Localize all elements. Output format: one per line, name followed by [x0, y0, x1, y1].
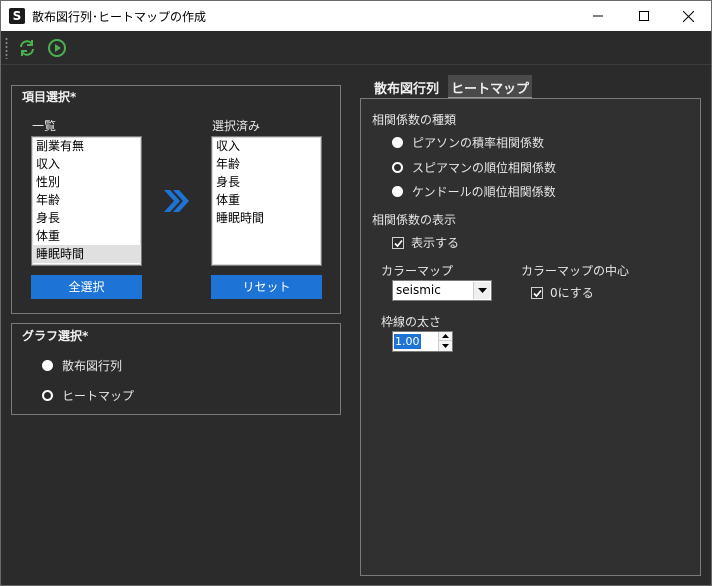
selected-list[interactable]: 収入 年齢 身長 体重 睡眠時間: [211, 136, 322, 266]
spin-up-button[interactable]: [439, 332, 452, 341]
colormap-value: seismic: [396, 283, 441, 297]
radio-label: スピアマンの順位相関係数: [412, 161, 557, 175]
title-bar[interactable]: S 散布図行列･ヒートマップの作成: [1, 1, 711, 31]
radio-icon: [42, 360, 53, 371]
spin-buttons: [438, 332, 452, 351]
list-item[interactable]: 体重: [212, 191, 321, 209]
checkbox-icon: [531, 286, 543, 299]
toolbar-grip[interactable]: [5, 37, 8, 59]
border-width-spinbox[interactable]: 1.00: [392, 331, 453, 352]
available-label: 一覧: [32, 119, 57, 133]
radio-icon: [42, 390, 53, 401]
app-window: S 散布図行列･ヒートマップの作成 項目選択* 一覧 副業有無 収入 性別 年齢…: [0, 0, 712, 586]
checkmark-icon: [394, 239, 403, 247]
center-zero-checkbox[interactable]: 0にする: [531, 284, 594, 301]
list-item[interactable]: 睡眠時間: [212, 209, 321, 227]
move-right-button[interactable]: [162, 188, 190, 217]
double-chevron-right-icon: [164, 190, 189, 212]
radio-label: 散布図行列: [62, 359, 123, 373]
maximize-icon: [639, 11, 649, 21]
close-icon: [682, 10, 694, 22]
available-list[interactable]: 副業有無 収入 性別 年齢 身長 体重 睡眠時間: [31, 136, 142, 266]
radio-icon: [392, 186, 403, 197]
tab-heatmap[interactable]: ヒートマップ: [448, 75, 533, 99]
radio-icon: [392, 137, 403, 148]
list-item[interactable]: 身長: [32, 209, 141, 227]
select-all-button[interactable]: 全選択: [31, 275, 142, 299]
colormap-center-label: カラーマップの中心: [521, 264, 630, 278]
maximize-button[interactable]: [621, 1, 667, 31]
list-item[interactable]: 収入: [32, 155, 141, 173]
list-item[interactable]: 性別: [32, 173, 141, 191]
selected-label: 選択済み: [212, 119, 261, 133]
colormap-label: カラーマップ: [381, 264, 454, 278]
radio-scatter-matrix[interactable]: 散布図行列: [42, 357, 122, 374]
checkbox-label: 表示する: [411, 236, 460, 250]
graph-select-title: グラフ選択*: [22, 329, 89, 343]
tab-bar: 散布図行列 ヒートマップ: [371, 75, 538, 99]
close-button[interactable]: [665, 1, 711, 31]
radio-spearman[interactable]: スピアマンの順位相関係数: [392, 159, 556, 176]
minimize-icon: [593, 15, 603, 17]
chevron-down-icon: [477, 287, 487, 293]
minimize-button[interactable]: [575, 1, 621, 31]
play-icon: [48, 39, 66, 57]
list-item[interactable]: 収入: [212, 137, 321, 155]
border-width-label: 枠線の太さ: [381, 315, 442, 329]
show-corr-checkbox[interactable]: 表示する: [392, 234, 459, 251]
chevron-down-icon: [442, 343, 449, 348]
toolbar: [1, 31, 711, 65]
heatmap-settings-panel: 相関係数の種類 ピアソンの積率相関係数 スピアマンの順位相関係数 ケンドールの順…: [360, 98, 701, 576]
list-item-selected[interactable]: 睡眠時間: [32, 245, 141, 263]
radio-pearson[interactable]: ピアソンの積率相関係数: [392, 134, 544, 151]
radio-label: ピアソンの積率相関係数: [412, 136, 545, 150]
tab-scatter-matrix[interactable]: 散布図行列: [371, 75, 442, 99]
list-item[interactable]: 身長: [212, 173, 321, 191]
list-item[interactable]: 体重: [32, 227, 141, 245]
chevron-up-icon: [442, 334, 449, 338]
window-title: 散布図行列･ヒートマップの作成: [32, 10, 207, 24]
corr-type-label: 相関係数の種類: [372, 113, 457, 127]
app-icon: S: [9, 8, 25, 24]
list-item[interactable]: 副業有無: [32, 137, 141, 155]
item-select-panel: 項目選択* 一覧 副業有無 収入 性別 年齢 身長 体重 睡眠時間 選択済み 収…: [11, 85, 341, 314]
border-width-value[interactable]: 1.00: [394, 334, 421, 349]
radio-label: ケンドールの順位相関係数: [412, 185, 556, 199]
refresh-button[interactable]: [17, 38, 37, 58]
refresh-icon: [20, 40, 34, 56]
corr-display-label: 相関係数の表示: [372, 213, 457, 227]
item-select-title: 項目選択*: [22, 90, 77, 104]
run-button[interactable]: [47, 38, 67, 58]
checkbox-icon: [392, 236, 404, 249]
radio-label: ヒートマップ: [62, 389, 135, 403]
dropdown-button[interactable]: [473, 282, 490, 299]
checkbox-label: 0にする: [550, 286, 594, 300]
checkmark-icon: [533, 289, 542, 297]
reset-button[interactable]: リセット: [211, 275, 322, 299]
graph-select-panel: グラフ選択* 散布図行列 ヒートマップ: [11, 323, 341, 415]
spin-down-button[interactable]: [439, 341, 452, 350]
list-item[interactable]: 年齢: [212, 155, 321, 173]
colormap-select[interactable]: seismic: [392, 280, 492, 301]
radio-icon: [392, 162, 403, 173]
radio-kendall[interactable]: ケンドールの順位相関係数: [392, 183, 556, 200]
list-item[interactable]: 年齢: [32, 191, 141, 209]
radio-heatmap[interactable]: ヒートマップ: [42, 387, 134, 404]
